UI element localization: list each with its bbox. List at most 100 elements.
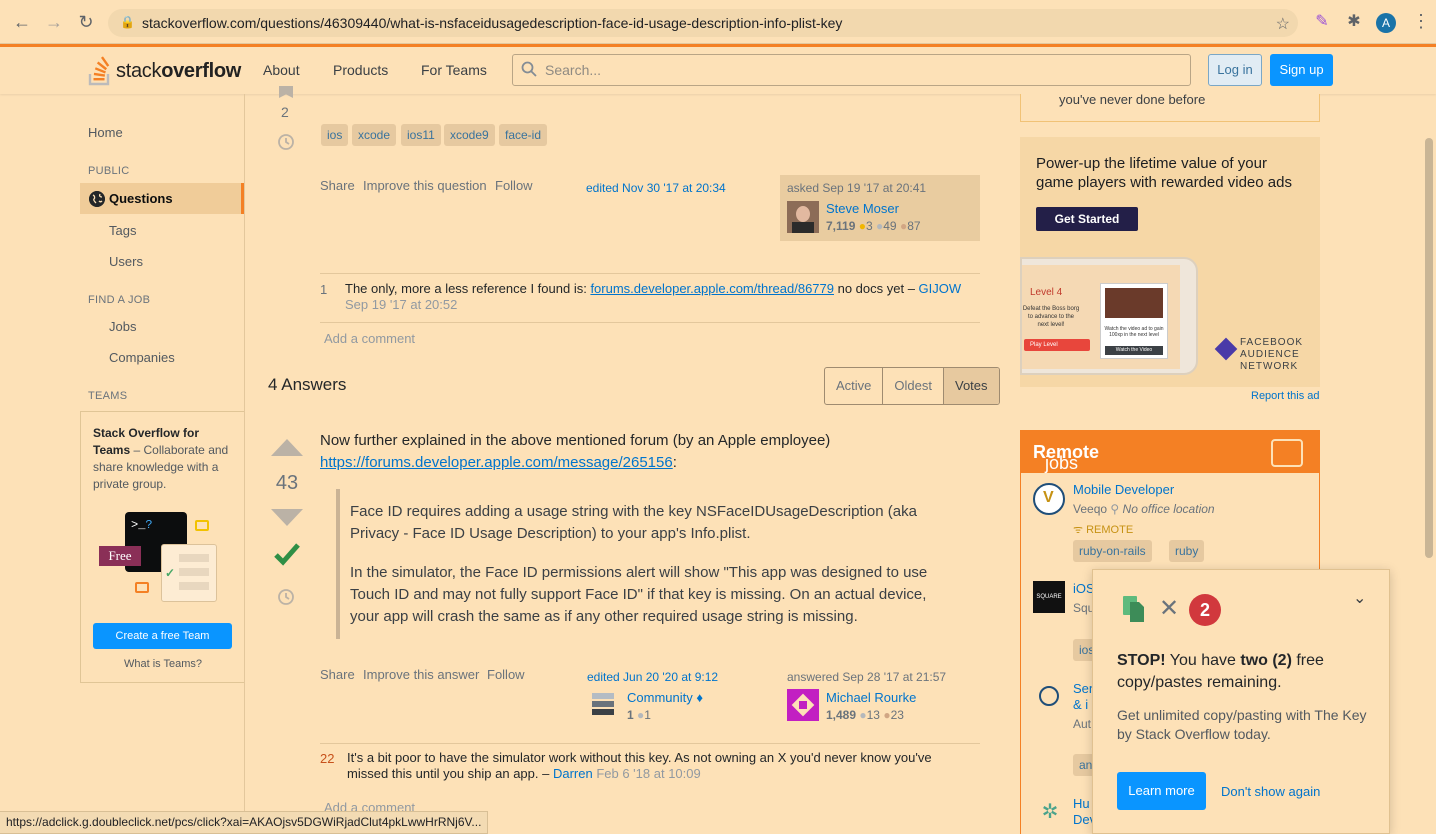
answer-follow-link[interactable]: Follow (487, 667, 525, 682)
tag-face-id[interactable]: face-id (499, 124, 548, 146)
answer-comment: It's a bit poor to have the simulator wo… (347, 750, 932, 781)
compass-logo-icon (1039, 686, 1059, 706)
job1-tag[interactable]: ruby-on-rails (1073, 540, 1152, 562)
question-improve-link[interactable]: Improve this question (363, 178, 487, 193)
sidebar-item-tags[interactable]: Tags (109, 223, 136, 238)
job1-company-location: Veeqo ⚲ No office location (1073, 502, 1215, 516)
question-share-link[interactable]: Share (320, 178, 355, 193)
nav-for-teams[interactable]: For Teams (421, 62, 487, 78)
answer-vote-score: 43 (275, 472, 299, 494)
lock-icon: 🔒 (120, 15, 135, 29)
question-follow-link[interactable]: Follow (495, 178, 533, 193)
extensions-puzzle-icon[interactable]: ✱ (1344, 12, 1364, 32)
question-history-icon[interactable] (277, 133, 295, 151)
sort-active-button[interactable]: Active (825, 368, 884, 404)
ad-get-started-button[interactable]: Get Started (1036, 207, 1138, 231)
nav-about[interactable]: About (263, 62, 300, 78)
sidebar-heading-teams: TEAMS (88, 390, 128, 402)
answer-improve-link[interactable]: Improve this answer (363, 667, 479, 682)
sidebar-item-questions[interactable]: Questions (80, 183, 244, 214)
browser-menu-icon[interactable]: ⋮ (1412, 11, 1430, 32)
reload-icon[interactable]: ↻ (76, 12, 96, 32)
login-button[interactable]: Log in (1208, 54, 1262, 86)
sort-votes-button[interactable]: Votes (943, 368, 999, 404)
search-input[interactable] (545, 60, 1175, 80)
remote-jobs-title: Remote jobs (1033, 442, 1100, 473)
community-avatar[interactable] (590, 690, 622, 722)
question-owner-card: asked Sep 19 '17 at 20:41 Steve Moser 7,… (780, 175, 980, 241)
ad-level: Level 4 (1030, 287, 1063, 298)
comment-user-link[interactable]: GIJOW (919, 281, 962, 296)
signup-button[interactable]: Sign up (1270, 54, 1333, 86)
avatar[interactable] (787, 689, 819, 721)
bookmark-icon[interactable] (279, 86, 293, 98)
editor-name-link[interactable]: Community ♦ (627, 690, 703, 705)
bookmark-star-icon[interactable]: ☆ (1276, 14, 1290, 34)
job3-title-line2[interactable]: & i (1073, 697, 1088, 712)
square-logo: SQUARE (1033, 581, 1065, 613)
answer-user-link[interactable]: Michael Rourke (826, 690, 916, 705)
sidebar-heading-public: PUBLIC (88, 165, 130, 177)
job1-title-link[interactable]: Mobile Developer (1073, 482, 1174, 497)
job3-meta: Aut (1073, 717, 1092, 731)
answer-history-icon[interactable] (277, 588, 295, 606)
ad-play-level: Play Level (1024, 339, 1090, 351)
sidebar-item-jobs[interactable]: Jobs (109, 319, 136, 334)
tag-xcode9[interactable]: xcode9 (444, 124, 495, 146)
sort-oldest-button[interactable]: Oldest (883, 368, 944, 404)
comment-forum-link[interactable]: forums.developer.apple.com/thread/86779 (590, 281, 834, 296)
sidebar-item-companies[interactable]: Companies (109, 350, 175, 365)
quote-paragraph-2: In the simulator, the Face ID permission… (350, 564, 928, 625)
editor-reputation: 1 ●1 (627, 708, 651, 722)
search-box[interactable] (512, 54, 1191, 86)
tag-xcode[interactable]: xcode (352, 124, 397, 146)
address-bar[interactable]: 🔒 stackoverflow.com/questions/46309440/w… (108, 9, 1298, 37)
profile-avatar[interactable]: A (1376, 13, 1396, 33)
answer-sort-tabs: Active Oldest Votes (824, 367, 1000, 405)
user-name-link[interactable]: Steve Moser (826, 201, 899, 216)
avatar[interactable] (787, 201, 819, 233)
quote-paragraph-1: Face ID requires adding a usage string w… (350, 503, 917, 542)
answer-share-link[interactable]: Share (320, 667, 355, 682)
job4-title-link[interactable]: Hu (1073, 796, 1090, 811)
collapse-chevron-icon[interactable]: ⌄ (1353, 588, 1366, 608)
scrollbar-thumb[interactable] (1425, 138, 1433, 558)
asked-date: asked Sep 19 '17 at 20:41 (787, 181, 927, 195)
question-edited-link[interactable]: edited Nov 30 '17 at 20:34 (586, 181, 726, 195)
answer-forum-link[interactable]: https://forums.developer.apple.com/messa… (320, 454, 673, 471)
downvote-arrow-icon[interactable] (271, 509, 303, 526)
tag-ios11[interactable]: ios11 (401, 124, 441, 146)
silver-badge-icon: ● (859, 708, 867, 722)
veeqo-logo: V (1033, 483, 1065, 515)
job1-tag[interactable]: ruby (1169, 540, 1205, 562)
free-badge: Free (99, 546, 141, 566)
upvote-arrow-icon[interactable] (271, 439, 303, 456)
add-comment-link[interactable]: Add a comment (324, 331, 415, 346)
ad-headline: Power-up the lifetime value of your game… (1036, 155, 1292, 191)
back-icon[interactable]: ← (12, 12, 32, 32)
tag-ios[interactable]: ios (321, 124, 349, 146)
report-ad-link[interactable]: Report this ad (1251, 390, 1319, 402)
divider (320, 322, 980, 323)
url-text[interactable]: stackoverflow.com/questions/46309440/wha… (142, 15, 842, 31)
advertisement[interactable]: Power-up the lifetime value of your game… (1020, 137, 1320, 387)
create-team-button[interactable]: Create a free Team (93, 623, 232, 649)
learn-more-button[interactable]: Learn more (1117, 772, 1206, 810)
sidebar-item-users[interactable]: Users (109, 254, 143, 269)
nav-products[interactable]: Products (333, 62, 388, 78)
remote-jobs-header[interactable]: Remote jobs (1021, 431, 1319, 473)
comment-user-link[interactable]: Darren (553, 766, 593, 781)
question-vote-score: 2 (281, 104, 289, 120)
sidebar-item-home[interactable]: Home (88, 125, 123, 140)
stackoverflow-logo[interactable]: stackoverflow (88, 55, 241, 87)
forward-icon[interactable]: → (44, 12, 64, 32)
sidebar-item-questions-label: Questions (109, 191, 173, 206)
answer-blockquote: Face ID requires adding a usage string w… (336, 489, 936, 639)
sidebar-heading-find-job: FIND A JOB (88, 294, 151, 306)
answer-body-intro: Now further explained in the above menti… (320, 432, 831, 471)
answer-edited-link[interactable]: edited Jun 20 '20 at 9:12 (587, 670, 718, 684)
pen-extension-icon[interactable]: ✎ (1312, 12, 1332, 32)
ad-defeat-text: Defeat the Boss borg to advance to the n… (1022, 306, 1080, 328)
what-is-teams-link[interactable]: What is Teams? (81, 658, 245, 670)
dont-show-again-link[interactable]: Don't show again (1221, 784, 1320, 799)
